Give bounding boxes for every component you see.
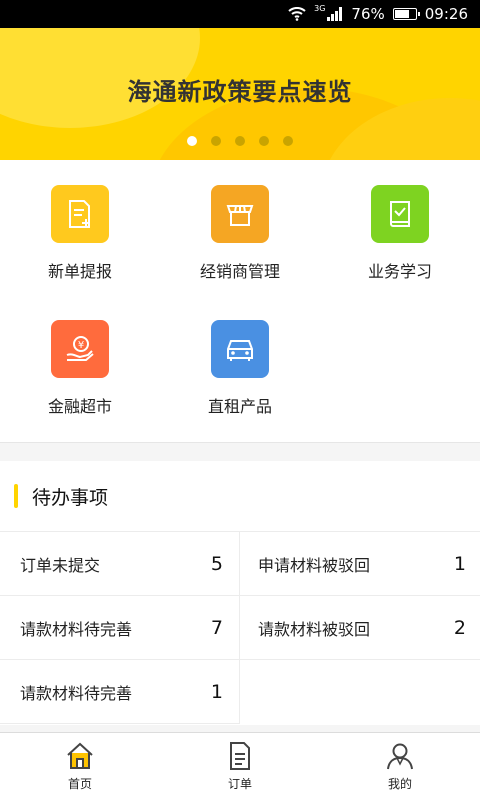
todo-item-count: 1 bbox=[210, 680, 223, 703]
clock: 09:26 bbox=[424, 5, 468, 23]
tab-label: 首页 bbox=[67, 777, 92, 791]
battery-percent: 76% bbox=[351, 5, 385, 23]
shortcut-dealer-management[interactable]: 经销商管理 bbox=[160, 185, 320, 282]
todo-item-payment-incomplete-2[interactable]: 请款材料待完善 1 bbox=[0, 660, 240, 724]
order-icon bbox=[230, 742, 250, 770]
shortcut-new-order[interactable]: 新单提报 bbox=[0, 185, 160, 282]
signal-icon bbox=[327, 7, 343, 21]
todo-item-label: 请款材料待完善 bbox=[20, 619, 133, 639]
accent-bar bbox=[14, 484, 18, 508]
todo-panel: 待办事项 订单未提交 5 申请材料被驳回 1 请款材料待完善 7 请款材料被驳回… bbox=[0, 461, 480, 725]
shortcut-label: 业务学习 bbox=[367, 262, 432, 281]
banner-pager[interactable] bbox=[0, 136, 480, 146]
tab-mine[interactable]: 我的 bbox=[320, 733, 480, 801]
bottom-tab-bar: 首页 订单 我的 bbox=[0, 732, 480, 801]
promo-banner[interactable]: 海通新政策要点速览 bbox=[0, 28, 480, 160]
tab-label: 我的 bbox=[387, 777, 412, 791]
shortcut-finance-market[interactable]: ¥ 金融超市 bbox=[0, 320, 160, 417]
finance-icon: ¥ bbox=[51, 320, 109, 378]
book-icon bbox=[371, 185, 429, 243]
tab-orders[interactable]: 订单 bbox=[160, 733, 320, 801]
shortcut-label: 新单提报 bbox=[47, 262, 112, 281]
tab-label: 订单 bbox=[227, 777, 252, 791]
home-icon bbox=[67, 742, 93, 769]
shortcut-label: 经销商管理 bbox=[199, 262, 280, 281]
todo-item-label: 请款材料待完善 bbox=[20, 683, 133, 703]
svg-text:¥: ¥ bbox=[78, 340, 84, 351]
todo-item-label: 订单未提交 bbox=[20, 555, 101, 575]
pager-dot[interactable] bbox=[211, 136, 221, 146]
pager-dot[interactable] bbox=[187, 136, 197, 146]
pager-dot[interactable] bbox=[283, 136, 293, 146]
todo-title: 待办事项 bbox=[32, 486, 109, 509]
todo-item-payment-rejected[interactable]: 请款材料被驳回 2 bbox=[240, 596, 480, 660]
todo-item-count: 5 bbox=[210, 552, 223, 575]
todo-item-label: 申请材料被驳回 bbox=[258, 555, 371, 575]
pager-dot[interactable] bbox=[235, 136, 245, 146]
tab-home[interactable]: 首页 bbox=[0, 733, 160, 801]
car-icon bbox=[211, 320, 269, 378]
todo-item-unsubmitted-orders[interactable]: 订单未提交 5 bbox=[0, 532, 240, 596]
shortcut-label: 金融超市 bbox=[47, 397, 112, 416]
battery-icon bbox=[392, 8, 420, 20]
banner-title: 海通新政策要点速览 bbox=[127, 78, 353, 106]
todo-item-count: 1 bbox=[453, 552, 466, 575]
todo-item-payment-incomplete[interactable]: 请款材料待完善 7 bbox=[0, 596, 240, 660]
todo-item-application-rejected[interactable]: 申请材料被驳回 1 bbox=[240, 532, 480, 596]
wifi-icon bbox=[288, 7, 306, 21]
shortcut-direct-lease[interactable]: 直租产品 bbox=[160, 320, 320, 417]
shortcut-label: 直租产品 bbox=[207, 397, 272, 416]
shortcut-grid: 新单提报 经销商管理 业务学习 ¥ 金融超市 直租产品 bbox=[0, 160, 480, 443]
pager-dot[interactable] bbox=[259, 136, 269, 146]
shortcut-business-study[interactable]: 业务学习 bbox=[320, 185, 480, 282]
todo-item-label: 请款材料被驳回 bbox=[258, 619, 371, 639]
todo-item-count: 7 bbox=[210, 616, 223, 639]
todo-header: 待办事项 bbox=[0, 461, 480, 532]
profile-icon bbox=[387, 743, 413, 770]
todo-item-count: 2 bbox=[453, 616, 466, 639]
status-bar: 3G 76% 09:26 bbox=[0, 0, 480, 28]
new-order-icon bbox=[51, 185, 109, 243]
store-icon bbox=[211, 185, 269, 243]
network-type: 3G bbox=[314, 3, 326, 13]
